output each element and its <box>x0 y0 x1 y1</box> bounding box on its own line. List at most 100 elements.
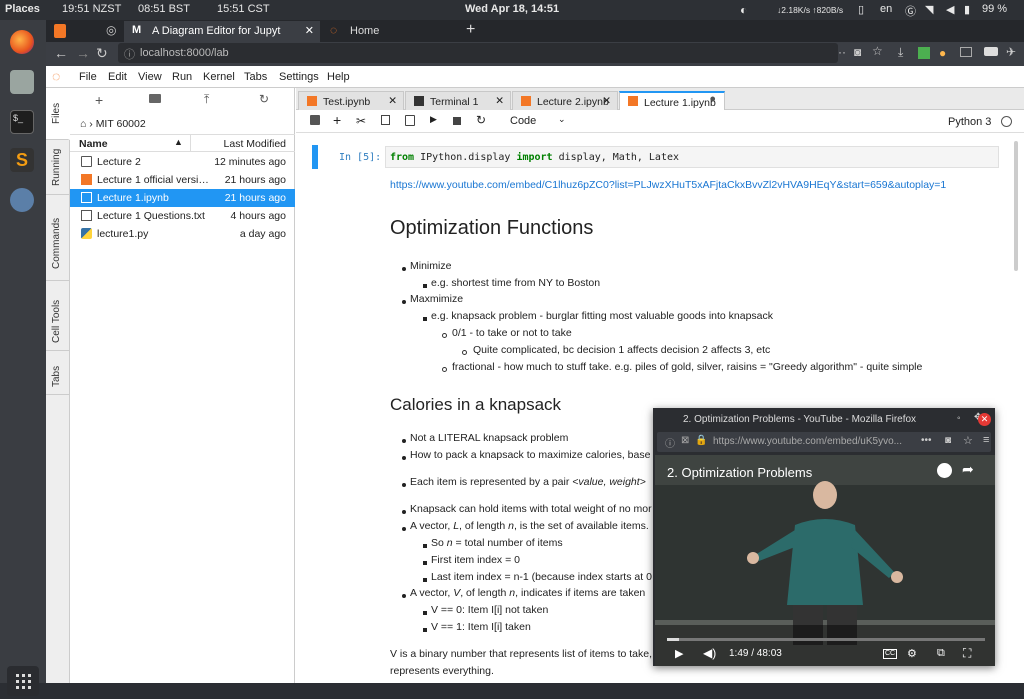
progress-bar[interactable] <box>667 638 985 641</box>
menu-help[interactable]: Help <box>327 71 350 83</box>
copy-icon[interactable] <box>381 115 390 125</box>
browser-tab-home[interactable]: ◌ Home <box>322 21 512 42</box>
menu-file[interactable]: File <box>79 71 97 83</box>
sort-ascending-icon[interactable]: ▲ <box>174 137 183 147</box>
file-row[interactable]: Lecture 2 12 minutes ago <box>70 153 295 171</box>
run-icon[interactable]: ▶ <box>430 114 437 125</box>
menu-view[interactable]: View <box>138 71 162 83</box>
file-row[interactable]: Lecture 1 Questions.txt 4 hours ago <box>70 207 295 225</box>
chevron-down-icon[interactable]: ⌄ <box>558 114 566 125</box>
new-folder-icon[interactable] <box>149 94 161 103</box>
reload-icon[interactable]: ↻ <box>96 45 108 62</box>
places-menu[interactable]: Places <box>5 3 40 15</box>
fullscreen-icon[interactable]: ⛶ <box>963 646 971 661</box>
add-cell-icon[interactable]: + <box>333 112 341 128</box>
url-bar[interactable]: ⓘ localhost:8000/lab <box>118 43 838 63</box>
close-tab-icon[interactable]: ✕ <box>305 24 314 37</box>
permissions-icon[interactable]: ⊠ <box>681 435 689 446</box>
menu-kernel[interactable]: Kernel <box>203 71 235 83</box>
sublime-text-icon[interactable]: S <box>10 148 34 172</box>
restart-icon[interactable]: ↻ <box>476 113 486 127</box>
share-icon[interactable]: ➦ <box>962 461 974 478</box>
paste-icon[interactable] <box>405 115 415 126</box>
popup-url-bar[interactable]: ⓘ ⊠ 🔒 https://www.youtube.com/embed/uK5y… <box>657 432 991 452</box>
info-icon[interactable]: ⓘ <box>665 435 675 450</box>
code-cell-editor[interactable]: from IPython.display import display, Mat… <box>385 146 999 168</box>
file-row[interactable]: lecture1.py a day ago <box>70 225 295 243</box>
doc-tab-lecture2[interactable]: Lecture 2.ipynb ✕ <box>512 91 618 110</box>
volume-icon[interactable]: ◀) <box>703 646 716 660</box>
video-title[interactable]: 2. Optimization Problems <box>667 465 812 480</box>
g-icon[interactable]: Ⓖ <box>905 3 916 19</box>
screen-icon[interactable] <box>984 47 998 56</box>
upload-icon[interactable]: ⤒ <box>204 92 209 107</box>
doc-tab-lecture1[interactable]: Lecture 1.ipynb ● <box>619 91 725 110</box>
language-indicator[interactable]: en <box>880 3 892 15</box>
sidebar-tab-cell-tools[interactable]: Cell Tools <box>46 281 70 351</box>
info-icon[interactable]: ⓘ <box>124 46 135 62</box>
reader-icon[interactable] <box>960 47 972 57</box>
menu-settings[interactable]: Settings <box>279 71 319 83</box>
firefox-icon[interactable] <box>10 30 34 54</box>
back-icon[interactable]: ← <box>54 45 68 61</box>
watch-later-icon[interactable] <box>937 463 952 478</box>
column-last-modified[interactable]: Last Modified <box>224 138 286 150</box>
weather-icon[interactable]: ◐ <box>740 3 747 17</box>
menu-edit[interactable]: Edit <box>108 71 127 83</box>
extension-icon[interactable] <box>918 47 930 59</box>
close-tab-icon[interactable]: ✕ <box>388 95 397 107</box>
play-icon[interactable]: ▶ <box>675 647 683 660</box>
volume-icon[interactable]: ◀ <box>946 3 954 16</box>
extension2-icon[interactable]: ● <box>939 46 946 60</box>
refresh-icon[interactable]: ↻ <box>259 92 269 106</box>
clipboard-icon[interactable]: ▯ <box>858 3 864 16</box>
new-launcher-icon[interactable]: + <box>95 92 103 108</box>
scrollbar[interactable] <box>1014 141 1018 271</box>
pocket-icon[interactable]: ◙ <box>854 45 861 59</box>
pocket-icon[interactable]: ◙ <box>945 435 951 446</box>
close-tab-icon[interactable]: ✕ <box>495 95 504 107</box>
kernel-name[interactable]: Python 3 <box>948 116 991 128</box>
app-icon[interactable] <box>10 188 34 212</box>
breadcrumb-folder[interactable]: MIT 60002 <box>96 118 146 130</box>
home-icon[interactable]: ⌂ <box>80 118 86 130</box>
doc-tab-terminal[interactable]: Terminal 1 ✕ <box>405 91 511 110</box>
bookmark-star-icon[interactable]: ☆ <box>872 44 883 58</box>
menu-run[interactable]: Run <box>172 71 192 83</box>
app-grid-icon[interactable] <box>7 666 39 696</box>
file-row-selected[interactable]: Lecture 1.ipynb 21 hours ago <box>70 189 295 207</box>
youtube-link[interactable]: https://www.youtube.com/embed/C1lhuz6pZC… <box>390 179 946 191</box>
settings-gear-icon[interactable]: ⚙ <box>907 647 917 660</box>
popout-icon[interactable]: ⧉ <box>937 647 945 660</box>
close-tab-icon[interactable]: ✕ <box>602 95 611 107</box>
unsaved-dot-icon[interactable]: ● <box>709 93 716 105</box>
battery-icon[interactable]: ▮ <box>964 3 970 16</box>
file-row[interactable]: Lecture 1 official versio... 21 hours ag… <box>70 171 295 189</box>
page-actions-icon[interactable]: ••• <box>921 435 932 446</box>
cut-icon[interactable]: ✂ <box>356 114 366 128</box>
doc-tab-test[interactable]: Test.ipynb ✕ <box>298 91 404 110</box>
sidebar-tab-commands[interactable]: Commands <box>46 195 70 281</box>
close-window-icon[interactable]: ✕ <box>978 413 991 426</box>
forward-icon[interactable]: → <box>76 45 90 61</box>
captions-icon[interactable]: CC <box>883 649 897 659</box>
video-player[interactable]: 2. Optimization Problems ➦ ▶ ◀) 1:49 / 4… <box>655 455 995 666</box>
new-tab-button[interactable]: + <box>466 21 475 39</box>
pin-icon[interactable]: ✈ <box>1006 45 1016 59</box>
column-name[interactable]: Name <box>79 138 108 150</box>
minimize-icon[interactable]: ◦ <box>957 413 961 424</box>
browser-tab-diagram-editor[interactable]: M A Diagram Editor for Jupyt ✕ <box>124 21 320 42</box>
bookmark-star-icon[interactable]: ☆ <box>963 434 973 447</box>
hamburger-menu-icon[interactable]: ≡ <box>983 434 989 446</box>
save-icon[interactable] <box>310 115 320 125</box>
files-icon[interactable] <box>10 70 34 94</box>
datetime[interactable]: Wed Apr 18, 14:51 <box>465 3 559 15</box>
terminal-icon[interactable]: $_ <box>10 110 34 134</box>
sidebar-tab-files[interactable]: Files <box>46 88 70 140</box>
sidebar-tab-tabs[interactable]: Tabs <box>46 351 70 395</box>
stop-icon[interactable] <box>453 117 461 125</box>
menu-tabs[interactable]: Tabs <box>244 71 267 83</box>
cell-type-select[interactable]: Code <box>510 115 536 127</box>
browser-tab-jupyter[interactable] <box>48 21 90 42</box>
sidebar-tab-running[interactable]: Running <box>46 140 70 195</box>
